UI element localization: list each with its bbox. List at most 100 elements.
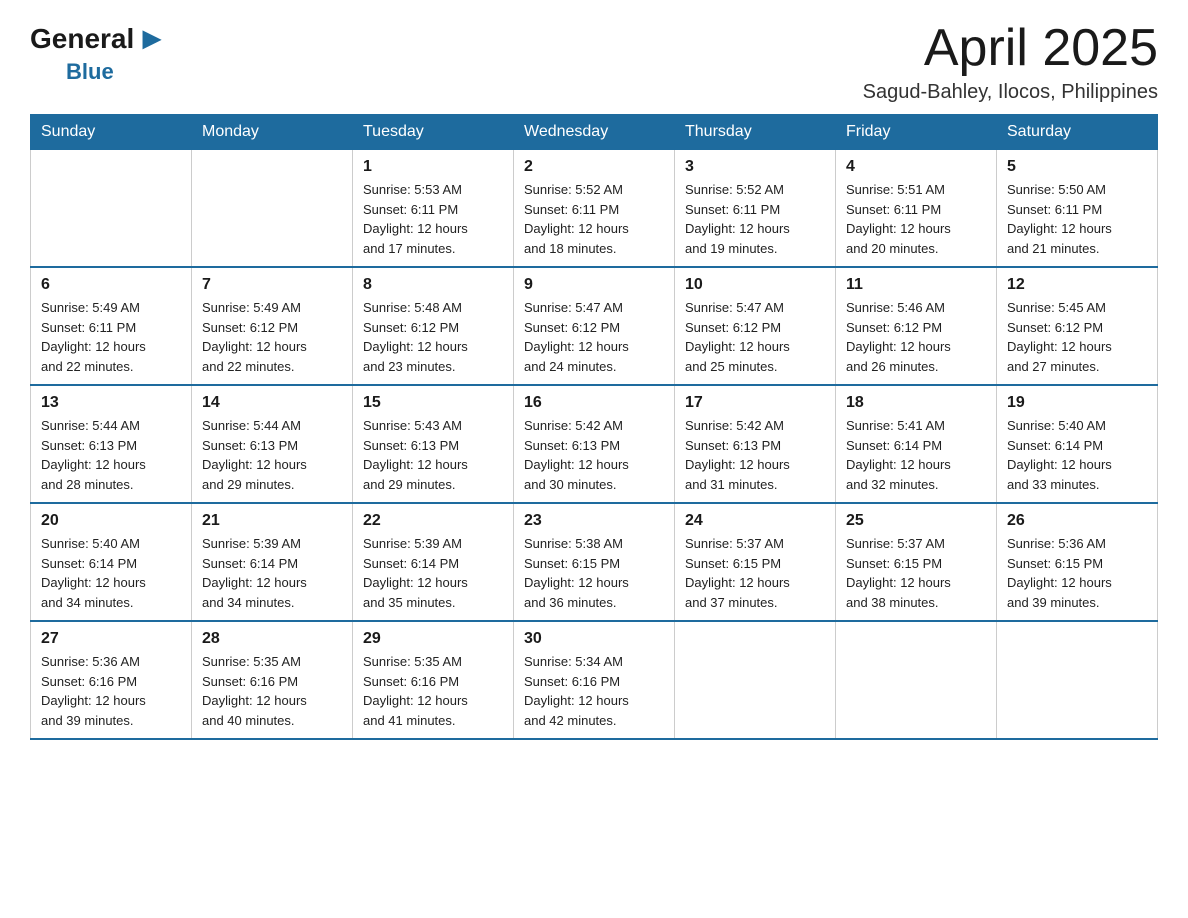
- calendar-cell: 30Sunrise: 5:34 AM Sunset: 6:16 PM Dayli…: [514, 621, 675, 739]
- day-info: Sunrise: 5:37 AM Sunset: 6:15 PM Dayligh…: [685, 534, 825, 612]
- calendar-cell: 8Sunrise: 5:48 AM Sunset: 6:12 PM Daylig…: [353, 267, 514, 385]
- calendar-table: SundayMondayTuesdayWednesdayThursdayFrid…: [30, 114, 1158, 740]
- day-number: 13: [41, 394, 181, 412]
- column-header-saturday: Saturday: [997, 115, 1158, 150]
- day-number: 7: [202, 276, 342, 294]
- day-info: Sunrise: 5:44 AM Sunset: 6:13 PM Dayligh…: [202, 416, 342, 494]
- day-info: Sunrise: 5:35 AM Sunset: 6:16 PM Dayligh…: [202, 652, 342, 730]
- calendar-cell: [192, 150, 353, 268]
- day-info: Sunrise: 5:38 AM Sunset: 6:15 PM Dayligh…: [524, 534, 664, 612]
- month-title: April 2025: [863, 20, 1158, 77]
- day-info: Sunrise: 5:51 AM Sunset: 6:11 PM Dayligh…: [846, 180, 986, 258]
- calendar-cell: 14 Sunrise: 5:44 AM Sunset: 6:13 PM Dayli…: [192, 385, 353, 503]
- day-number: 3: [685, 158, 825, 176]
- day-number: 19: [1007, 394, 1147, 412]
- day-number: 16: [524, 394, 664, 412]
- calendar-week-row: 1Sunrise: 5:53 AM Sunset: 6:11 PM Daylig…: [31, 150, 1158, 268]
- calendar-cell: 20Sunrise: 5:40 AM Sunset: 6:14 PM Dayli…: [31, 503, 192, 621]
- location-subtitle: Sagud-Bahley, Ilocos, Philippines: [863, 81, 1158, 104]
- day-number: 10: [685, 276, 825, 294]
- calendar-cell: 10 Sunrise: 5:47 AM Sunset: 6:12 PM Dayli…: [675, 267, 836, 385]
- day-info: Sunrise: 5:49 AM Sunset: 6:12 PM Dayligh…: [202, 298, 342, 376]
- column-header-tuesday: Tuesday: [353, 115, 514, 150]
- logo-arrow-icon: ►: [136, 20, 168, 57]
- day-number: 12: [1007, 276, 1147, 294]
- calendar-cell: 5Sunrise: 5:50 AM Sunset: 6:11 PM Daylig…: [997, 150, 1158, 268]
- calendar-cell: 28 Sunrise: 5:35 AM Sunset: 6:16 PM Dayli…: [192, 621, 353, 739]
- column-header-thursday: Thursday: [675, 115, 836, 150]
- calendar-cell: 1Sunrise: 5:53 AM Sunset: 6:11 PM Daylig…: [353, 150, 514, 268]
- day-info: Sunrise: 5:47 AM Sunset: 6:12 PM Dayligh…: [685, 298, 825, 376]
- day-info: Sunrise: 5:43 AM Sunset: 6:13 PM Dayligh…: [363, 416, 503, 494]
- column-header-friday: Friday: [836, 115, 997, 150]
- day-info: Sunrise: 5:49 AM Sunset: 6:11 PM Dayligh…: [41, 298, 181, 376]
- page-header: General ► Blue April 2025 Sagud-Bahley, …: [30, 20, 1158, 104]
- day-info: Sunrise: 5:35 AM Sunset: 6:16 PM Dayligh…: [363, 652, 503, 730]
- logo: General ► Blue: [30, 20, 170, 85]
- day-info: Sunrise: 5:42 AM Sunset: 6:13 PM Dayligh…: [685, 416, 825, 494]
- calendar-cell: 4 Sunrise: 5:51 AM Sunset: 6:11 PM Daylig…: [836, 150, 997, 268]
- day-info: Sunrise: 5:34 AM Sunset: 6:16 PM Dayligh…: [524, 652, 664, 730]
- day-info: Sunrise: 5:52 AM Sunset: 6:11 PM Dayligh…: [685, 180, 825, 258]
- calendar-cell: 25 Sunrise: 5:37 AM Sunset: 6:15 PM Dayli…: [836, 503, 997, 621]
- calendar-cell: 9Sunrise: 5:47 AM Sunset: 6:12 PM Daylig…: [514, 267, 675, 385]
- calendar-cell: [997, 621, 1158, 739]
- day-number: 14: [202, 394, 342, 412]
- column-header-sunday: Sunday: [31, 115, 192, 150]
- day-info: Sunrise: 5:41 AM Sunset: 6:14 PM Dayligh…: [846, 416, 986, 494]
- day-number: 25: [846, 512, 986, 530]
- calendar-cell: 21Sunrise: 5:39 AM Sunset: 6:14 PM Dayli…: [192, 503, 353, 621]
- calendar-cell: 23 Sunrise: 5:38 AM Sunset: 6:15 PM Dayli…: [514, 503, 675, 621]
- day-number: 27: [41, 630, 181, 648]
- calendar-cell: 18 Sunrise: 5:41 AM Sunset: 6:14 PM Dayli…: [836, 385, 997, 503]
- day-number: 2: [524, 158, 664, 176]
- day-number: 26: [1007, 512, 1147, 530]
- day-number: 6: [41, 276, 181, 294]
- calendar-week-row: 27 Sunrise: 5:36 AM Sunset: 6:16 PM Dayli…: [31, 621, 1158, 739]
- day-info: Sunrise: 5:36 AM Sunset: 6:16 PM Dayligh…: [41, 652, 181, 730]
- day-number: 4: [846, 158, 986, 176]
- calendar-cell: 7 Sunrise: 5:49 AM Sunset: 6:12 PM Daylig…: [192, 267, 353, 385]
- column-header-monday: Monday: [192, 115, 353, 150]
- day-info: Sunrise: 5:44 AM Sunset: 6:13 PM Dayligh…: [41, 416, 181, 494]
- calendar-cell: 12Sunrise: 5:45 AM Sunset: 6:12 PM Dayli…: [997, 267, 1158, 385]
- day-number: 22: [363, 512, 503, 530]
- day-number: 28: [202, 630, 342, 648]
- day-info: Sunrise: 5:40 AM Sunset: 6:14 PM Dayligh…: [1007, 416, 1147, 494]
- calendar-week-row: 20Sunrise: 5:40 AM Sunset: 6:14 PM Dayli…: [31, 503, 1158, 621]
- calendar-cell: 15 Sunrise: 5:43 AM Sunset: 6:13 PM Dayli…: [353, 385, 514, 503]
- day-info: Sunrise: 5:42 AM Sunset: 6:13 PM Dayligh…: [524, 416, 664, 494]
- day-info: Sunrise: 5:36 AM Sunset: 6:15 PM Dayligh…: [1007, 534, 1147, 612]
- day-info: Sunrise: 5:52 AM Sunset: 6:11 PM Dayligh…: [524, 180, 664, 258]
- day-info: Sunrise: 5:50 AM Sunset: 6:11 PM Dayligh…: [1007, 180, 1147, 258]
- day-number: 1: [363, 158, 503, 176]
- day-info: Sunrise: 5:46 AM Sunset: 6:12 PM Dayligh…: [846, 298, 986, 376]
- calendar-cell: 19 Sunrise: 5:40 AM Sunset: 6:14 PM Dayli…: [997, 385, 1158, 503]
- calendar-cell: 13 Sunrise: 5:44 AM Sunset: 6:13 PM Dayli…: [31, 385, 192, 503]
- day-info: Sunrise: 5:37 AM Sunset: 6:15 PM Dayligh…: [846, 534, 986, 612]
- day-number: 17: [685, 394, 825, 412]
- day-number: 20: [41, 512, 181, 530]
- day-info: Sunrise: 5:39 AM Sunset: 6:14 PM Dayligh…: [363, 534, 503, 612]
- calendar-cell: 24Sunrise: 5:37 AM Sunset: 6:15 PM Dayli…: [675, 503, 836, 621]
- day-number: 15: [363, 394, 503, 412]
- calendar-cell: 17 Sunrise: 5:42 AM Sunset: 6:13 PM Dayli…: [675, 385, 836, 503]
- column-header-wednesday: Wednesday: [514, 115, 675, 150]
- calendar-cell: 27 Sunrise: 5:36 AM Sunset: 6:16 PM Dayli…: [31, 621, 192, 739]
- day-info: Sunrise: 5:48 AM Sunset: 6:12 PM Dayligh…: [363, 298, 503, 376]
- calendar-header-row: SundayMondayTuesdayWednesdayThursdayFrid…: [31, 115, 1158, 150]
- calendar-cell: [31, 150, 192, 268]
- logo-blue-text: Blue: [66, 59, 114, 85]
- calendar-cell: [836, 621, 997, 739]
- calendar-week-row: 13 Sunrise: 5:44 AM Sunset: 6:13 PM Dayli…: [31, 385, 1158, 503]
- calendar-cell: 29Sunrise: 5:35 AM Sunset: 6:16 PM Dayli…: [353, 621, 514, 739]
- calendar-cell: 2 Sunrise: 5:52 AM Sunset: 6:11 PM Daylig…: [514, 150, 675, 268]
- logo-general-text: General: [30, 23, 134, 55]
- day-number: 18: [846, 394, 986, 412]
- day-number: 9: [524, 276, 664, 294]
- calendar-cell: 22 Sunrise: 5:39 AM Sunset: 6:14 PM Dayli…: [353, 503, 514, 621]
- calendar-cell: 6 Sunrise: 5:49 AM Sunset: 6:11 PM Daylig…: [31, 267, 192, 385]
- calendar-cell: 3 Sunrise: 5:52 AM Sunset: 6:11 PM Daylig…: [675, 150, 836, 268]
- day-number: 23: [524, 512, 664, 530]
- calendar-cell: 11Sunrise: 5:46 AM Sunset: 6:12 PM Dayli…: [836, 267, 997, 385]
